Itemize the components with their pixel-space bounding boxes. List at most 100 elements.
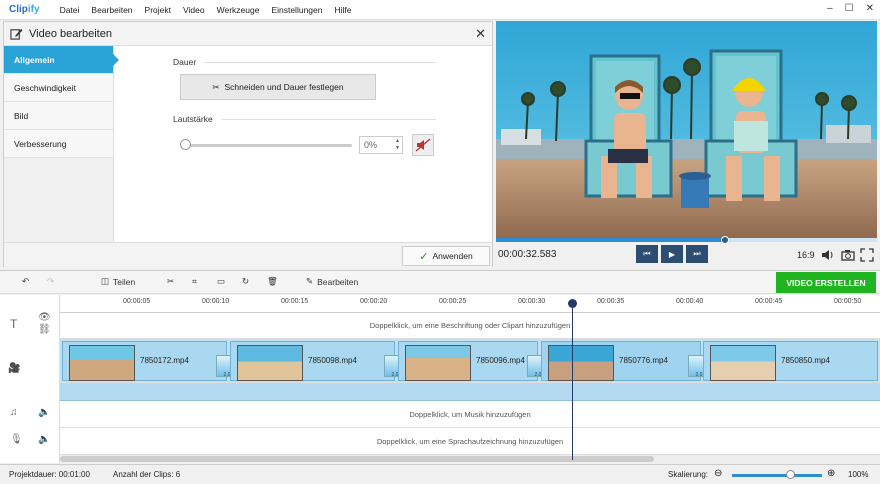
skip-back-button[interactable]: ⏮	[636, 245, 658, 263]
close-window-button[interactable]: ✕	[866, 3, 874, 14]
undo-icon[interactable]: ↶	[22, 276, 29, 287]
video-track[interactable]: 7850172.mp4 2.0 7850098.mp4 2.0 7850096.…	[60, 339, 880, 383]
fullscreen-icon[interactable]	[860, 248, 874, 262]
clip-2[interactable]: 7850098.mp4	[230, 341, 395, 381]
apply-button[interactable]: ✓ Anwenden	[402, 246, 490, 266]
zoom-out-icon[interactable]: ⊖	[714, 468, 722, 479]
text-track-icon: T	[10, 317, 18, 331]
caption-hint: Doppelklick, um eine Beschriftung oder C…	[369, 321, 571, 330]
playback-progress[interactable]	[496, 236, 877, 244]
play-button[interactable]: ▶	[661, 245, 683, 263]
clip-name: 7850096.mp4	[476, 356, 525, 365]
track-headers: T 👁 ⛓ 🎥 ♫ 🔈 🎙 🔈	[0, 295, 60, 463]
clip-name: 7850172.mp4	[140, 356, 189, 365]
frame-icon[interactable]: ▭	[217, 276, 225, 287]
video-frame[interactable]	[496, 21, 877, 238]
menu-hilfe[interactable]: Hilfe	[334, 5, 351, 15]
nav-verbesserung[interactable]: Verbesserung	[4, 130, 113, 158]
clip-4[interactable]: 7850776.mp4	[541, 341, 701, 381]
clip-count: Anzahl der Clips: 6	[113, 470, 181, 479]
playhead-line[interactable]	[572, 300, 573, 460]
nav-geschwindigkeit[interactable]: Geschwindigkeit	[4, 74, 113, 102]
voice-track[interactable]: Doppelklick, um eine Sprachaufzeichnung …	[60, 428, 880, 455]
volume-input[interactable]: 0% ▲ ▼	[359, 136, 403, 154]
apply-label: Anwenden	[432, 251, 473, 261]
playhead-handle[interactable]	[568, 299, 577, 308]
spinner-icon[interactable]: ▲ ▼	[395, 138, 400, 152]
menu-werkzeuge[interactable]: Werkzeuge	[217, 5, 260, 15]
edit-button[interactable]: ✎ Bearbeiten	[306, 276, 358, 287]
scrollbar-thumb[interactable]	[60, 456, 654, 462]
edit-video-panel: Video bearbeiten ✕ Allgemein Geschwindig…	[3, 21, 493, 267]
cut-duration-button[interactable]: ✂ Schneiden und Dauer festlegen	[180, 74, 376, 100]
close-panel-button[interactable]: ✕	[475, 26, 486, 42]
clip-name: 7850776.mp4	[619, 356, 668, 365]
edit-label: Bearbeiten	[317, 276, 359, 287]
timeline-scrollbar[interactable]	[60, 455, 880, 463]
menu-video[interactable]: Video	[183, 5, 205, 15]
clip-name: 7850850.mp4	[781, 356, 830, 365]
nav-allgemein[interactable]: Allgemein	[4, 46, 119, 74]
zoom-slider-thumb[interactable]	[786, 470, 795, 479]
zoom-label: Skalierung:	[668, 470, 709, 479]
caption-track[interactable]: Doppelklick, um eine Beschriftung oder C…	[60, 313, 880, 339]
clip-thumbnail	[405, 345, 471, 381]
ruler-tick: 00:00:35	[597, 298, 625, 305]
menu-datei[interactable]: Datei	[60, 5, 80, 15]
beach-scene-image	[496, 21, 877, 238]
clip-thumbnail	[710, 345, 776, 381]
clip-name: 7850098.mp4	[308, 356, 357, 365]
eye-icon[interactable]: 👁	[38, 312, 51, 323]
volume-slider-track[interactable]	[184, 144, 352, 147]
volume-slider-thumb[interactable]	[180, 139, 191, 150]
clip-1[interactable]: 7850172.mp4	[62, 341, 227, 381]
voice-volume-icon[interactable]: 🔈	[38, 434, 50, 445]
cut-button-label: Schneiden und Dauer festlegen	[224, 82, 344, 92]
panel-header: Video bearbeiten ✕	[4, 22, 492, 46]
skip-forward-icon: ⏭	[693, 249, 701, 258]
aspect-ratio-button[interactable]: 16:9	[797, 250, 815, 260]
ruler-tick: 00:00:15	[281, 298, 309, 305]
nav-bild[interactable]: Bild	[4, 102, 113, 130]
link-icon[interactable]: ⛓	[38, 324, 51, 335]
menu-bearbeiten[interactable]: Bearbeiten	[91, 5, 132, 15]
zoom-in-icon[interactable]: ⊕	[827, 468, 835, 479]
clip-5[interactable]: 7850850.mp4	[703, 341, 878, 381]
ruler-tick: 00:00:10	[202, 298, 230, 305]
play-icon: ▶	[668, 249, 676, 259]
menu-bar: Clipify Datei Bearbeiten Projekt Video W…	[0, 0, 880, 20]
scissors-icon: ✂	[212, 81, 220, 92]
timeline-toolbar: ↶ ↷ ◫ Teilen ✂ ⌗ ▭ ↻ 🗑 ✎ Bearbeiten VIDEO …	[0, 270, 880, 294]
clip-audio-track[interactable]	[60, 383, 880, 401]
music-volume-icon[interactable]: 🔈	[38, 407, 50, 418]
volume-value: 0%	[364, 140, 378, 150]
timeline: T 👁 ⛓ 🎥 ♫ 🔈 🎙 🔈 00:00:05 00:00:10 00:00:…	[0, 295, 880, 463]
edit-icon	[10, 28, 23, 40]
progress-knob[interactable]	[720, 236, 729, 244]
divider	[222, 119, 436, 120]
project-duration: Projektdauer: 00:01:00	[9, 470, 90, 479]
music-track[interactable]: Doppelklick, um Musik hinzuzufügen	[60, 401, 880, 428]
camera-icon[interactable]	[841, 249, 855, 261]
ruler-tick: 00:00:45	[755, 298, 783, 305]
trash-icon[interactable]: 🗑	[267, 276, 278, 287]
music-track-icon: ♫	[10, 407, 18, 418]
volume-icon[interactable]	[821, 249, 835, 261]
skip-forward-button[interactable]: ⏭	[686, 245, 708, 263]
menu-projekt[interactable]: Projekt	[145, 5, 171, 15]
create-video-button[interactable]: VIDEO ERSTELLEN	[776, 272, 876, 293]
scissors-icon[interactable]: ✂	[167, 276, 174, 287]
maximize-button[interactable]: ☐	[845, 3, 854, 14]
minimize-button[interactable]: –	[827, 3, 833, 14]
mute-button[interactable]	[412, 134, 434, 156]
app-window: Clipify Datei Bearbeiten Projekt Video W…	[0, 0, 880, 484]
split-button[interactable]: ◫ Teilen	[101, 276, 135, 287]
redo-icon[interactable]: ↷	[47, 276, 54, 287]
time-ruler[interactable]: 00:00:05 00:00:10 00:00:15 00:00:20 00:0…	[60, 295, 880, 313]
menu-einstellungen[interactable]: Einstellungen	[271, 5, 322, 15]
clip-3[interactable]: 7850096.mp4	[398, 341, 538, 381]
crop-icon[interactable]: ⌗	[192, 276, 197, 287]
clip-thumbnail	[69, 345, 135, 381]
zoom-slider[interactable]	[732, 474, 822, 477]
rotate-icon[interactable]: ↻	[242, 276, 249, 287]
